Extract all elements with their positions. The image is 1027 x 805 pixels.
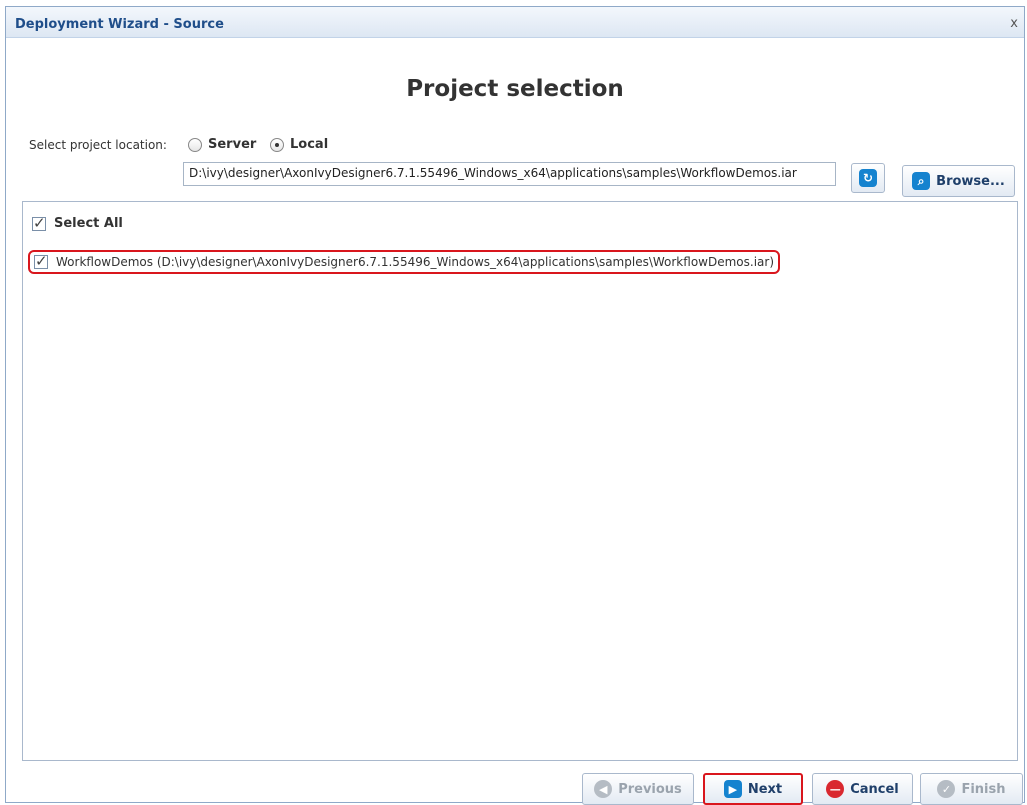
- browse-button-label: Browse...: [936, 173, 1005, 189]
- radio-local-indicator[interactable]: [270, 137, 284, 152]
- arrow-left-icon: ◀: [594, 780, 613, 798]
- radio-server[interactable]: Server: [188, 137, 256, 152]
- browse-button[interactable]: ⌕ Browse...: [902, 165, 1015, 197]
- check-icon: ✓: [937, 780, 956, 798]
- deployment-wizard-window: Deployment Wizard - Source x Project sel…: [5, 6, 1025, 805]
- close-icon[interactable]: x: [1010, 16, 1018, 31]
- finish-button-label: Finish: [961, 781, 1006, 797]
- radio-server-indicator[interactable]: [188, 137, 202, 152]
- previous-button[interactable]: ◀ Previous: [582, 773, 694, 805]
- project-list: Select All WorkflowDemos (D:\ivy\designe…: [22, 201, 1018, 761]
- arrow-right-icon: ▶: [723, 780, 742, 798]
- cancel-button-label: Cancel: [850, 781, 899, 797]
- finish-button[interactable]: ✓ Finish: [920, 773, 1023, 805]
- cancel-icon: —: [826, 780, 845, 798]
- project-location-label: Select project location:: [29, 138, 167, 152]
- radio-local[interactable]: Local: [270, 137, 328, 152]
- select-all-check-icon[interactable]: [32, 214, 46, 232]
- radio-local-label: Local: [290, 137, 329, 152]
- refresh-icon: ↻: [859, 169, 877, 187]
- search-icon: ⌕: [912, 172, 931, 190]
- title-bar: Deployment Wizard - Source x: [6, 7, 1024, 38]
- next-button-label: Next: [747, 781, 783, 797]
- previous-button-label: Previous: [618, 781, 682, 797]
- project-item-check-icon[interactable]: [34, 252, 48, 270]
- cancel-button[interactable]: — Cancel: [812, 773, 913, 805]
- refresh-button[interactable]: ↻: [851, 163, 885, 193]
- radio-server-label: Server: [208, 137, 257, 152]
- project-path-input[interactable]: D:\ivy\designer\AxonIvyDesigner6.7.1.554…: [183, 162, 836, 186]
- page-title: Project selection: [406, 76, 624, 102]
- window-title: Deployment Wizard - Source: [15, 17, 224, 32]
- select-all-checkbox[interactable]: Select All: [32, 214, 123, 232]
- select-all-label: Select All: [54, 216, 123, 231]
- next-button[interactable]: ▶ Next: [703, 773, 803, 805]
- project-item-label: WorkflowDemos (D:\ivy\designer\AxonIvyDe…: [56, 255, 774, 269]
- project-item-workflowdemos[interactable]: WorkflowDemos (D:\ivy\designer\AxonIvyDe…: [28, 250, 780, 274]
